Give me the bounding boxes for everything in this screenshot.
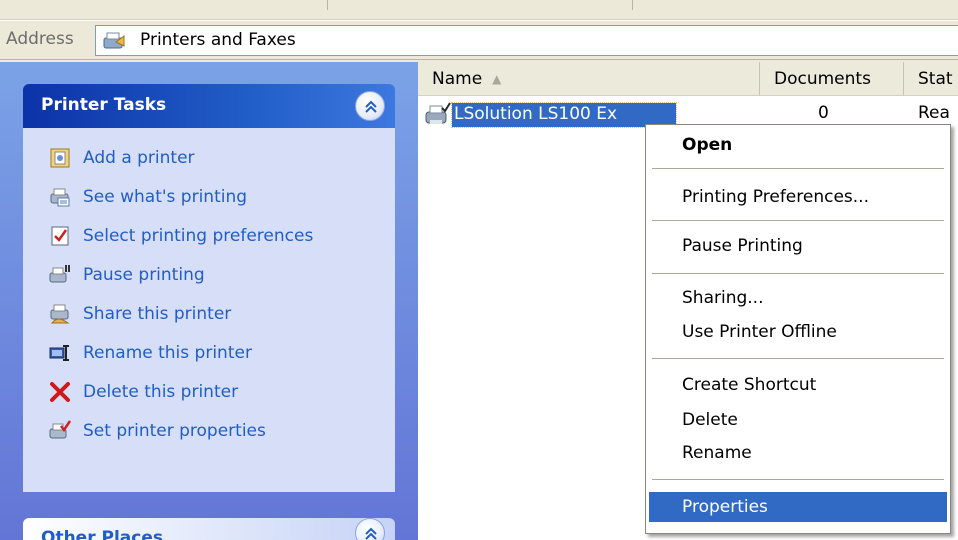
printer-queue-icon [49, 186, 71, 208]
address-value: Printers and Faxes [140, 30, 296, 50]
printer-tasks-body: Add a printer See what's printing Select… [23, 128, 395, 492]
printers-folder-icon [102, 30, 125, 52]
printer-tasks-panel: Printer Tasks Add a printer See what's p… [23, 84, 395, 492]
column-header-documents[interactable]: Documents [760, 62, 904, 96]
menu-separator [652, 168, 944, 169]
menu-item-use-printer-offline[interactable]: Use Printer Offline [649, 317, 947, 347]
context-menu: Open Printing Preferences... Pause Print… [645, 124, 951, 534]
address-bar: Address Printers and Faxes [0, 20, 958, 60]
menu-item-delete[interactable]: Delete [649, 405, 947, 435]
chevron-up-icon [365, 527, 377, 540]
task-pane: Printer Tasks Add a printer See what's p… [0, 62, 418, 540]
menu-separator [652, 479, 944, 480]
toolbar-strip [0, 0, 958, 20]
collapse-button[interactable] [355, 518, 385, 540]
task-set-printer-properties[interactable]: Set printer properties [49, 418, 389, 444]
task-select-printing-preferences[interactable]: Select printing preferences [49, 223, 389, 249]
menu-item-rename[interactable]: Rename [649, 438, 947, 468]
task-rename-printer[interactable]: Rename this printer [49, 340, 389, 366]
column-header-name[interactable]: Name ▲ [418, 62, 760, 96]
menu-separator [652, 220, 944, 221]
printer-row-name[interactable]: LSolution LS100 Ex [451, 102, 677, 128]
task-pause-printing[interactable]: Pause printing [49, 262, 389, 288]
sort-ascending-icon: ▲ [492, 72, 502, 86]
chevron-up-icon [365, 100, 377, 113]
printer-icon [424, 102, 452, 128]
pause-printer-icon [49, 264, 71, 286]
preferences-icon [49, 225, 71, 247]
add-printer-icon [49, 147, 71, 169]
menu-item-open[interactable]: Open [649, 130, 947, 160]
other-places-header[interactable]: Other Places [23, 518, 395, 540]
rename-icon [49, 342, 71, 364]
address-label: Address [6, 29, 74, 49]
toolbar-separator [632, 0, 633, 10]
delete-icon [49, 381, 71, 403]
task-share-printer[interactable]: Share this printer [49, 301, 389, 327]
task-see-whats-printing[interactable]: See what's printing [49, 184, 389, 210]
menu-item-printing-preferences[interactable]: Printing Preferences... [649, 182, 947, 212]
menu-item-properties[interactable]: Properties [649, 492, 947, 522]
task-add-printer[interactable]: Add a printer [49, 145, 389, 171]
printer-row-documents: 0 [818, 103, 829, 123]
printer-tasks-header[interactable]: Printer Tasks [23, 84, 395, 128]
menu-item-create-shortcut[interactable]: Create Shortcut [649, 370, 947, 400]
panel-title: Other Places [41, 528, 163, 540]
menu-item-pause-printing[interactable]: Pause Printing [649, 231, 947, 261]
panel-title: Printer Tasks [41, 95, 167, 115]
address-field[interactable]: Printers and Faxes [95, 25, 958, 56]
share-printer-icon [49, 303, 71, 325]
printer-row-status: Rea [918, 103, 950, 123]
other-places-panel: Other Places [23, 518, 395, 540]
menu-separator [652, 273, 944, 274]
menu-item-sharing[interactable]: Sharing... [649, 283, 947, 313]
menu-separator [652, 358, 944, 359]
collapse-button[interactable] [355, 91, 385, 121]
toolbar-separator [327, 0, 328, 10]
column-header-status[interactable]: Stat [904, 62, 958, 96]
task-delete-printer[interactable]: Delete this printer [49, 379, 389, 405]
printer-properties-icon [49, 420, 72, 442]
